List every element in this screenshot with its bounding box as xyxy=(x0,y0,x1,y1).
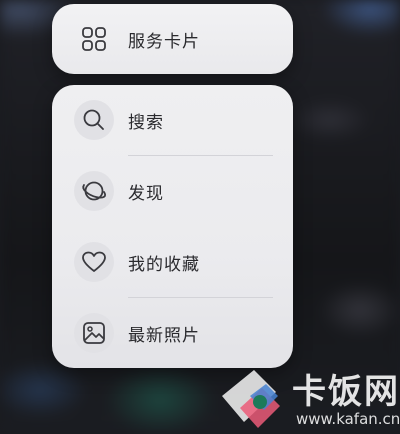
heart-icon xyxy=(74,242,114,282)
planet-icon xyxy=(74,171,114,211)
service-card-label: 服务卡片 xyxy=(128,31,200,52)
menu-item-search[interactable]: 搜索 xyxy=(52,85,293,155)
menu-item-discover[interactable]: 发现 xyxy=(52,156,293,226)
kafan-watermark: 卡饭网 www.kafan.cn xyxy=(210,362,400,434)
menu-item-label: 我的收藏 xyxy=(128,254,200,275)
shortcut-menu: 搜索 发现 我的收藏 最新照片 xyxy=(52,85,293,368)
menu-item-favorites[interactable]: 我的收藏 xyxy=(52,227,293,297)
grid-icon xyxy=(74,19,114,59)
watermark-text: 卡饭网 xyxy=(292,372,400,412)
watermark-url: www.kafan.cn xyxy=(296,410,400,428)
service-card-panel: 服务卡片 xyxy=(52,4,293,74)
menu-item-label: 发现 xyxy=(128,183,164,204)
menu-item-label: 搜索 xyxy=(128,112,164,133)
search-icon xyxy=(74,100,114,140)
service-card-button[interactable]: 服务卡片 xyxy=(52,4,293,74)
image-icon xyxy=(74,313,114,353)
menu-item-latest-photos[interactable]: 最新照片 xyxy=(52,298,293,368)
menu-item-label: 最新照片 xyxy=(128,325,200,346)
kafan-logo-icon xyxy=(222,370,280,428)
